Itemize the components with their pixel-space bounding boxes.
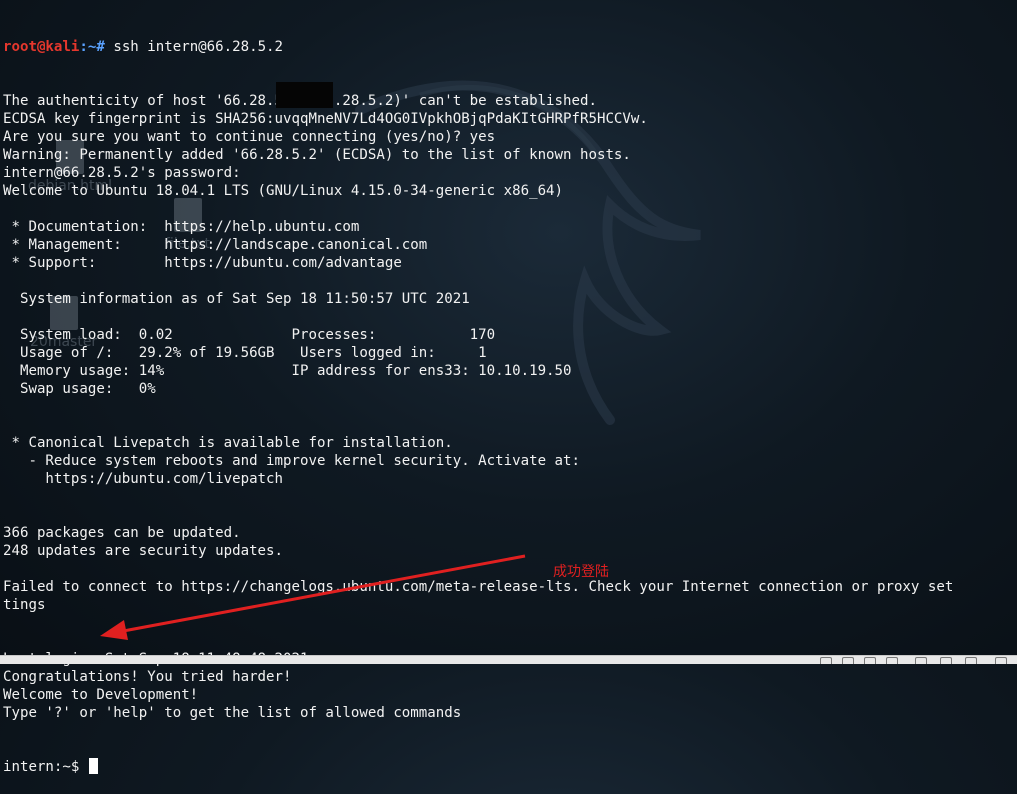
- annotation-arrow: [100, 554, 526, 640]
- network-icon[interactable]: [820, 657, 832, 664]
- usb-icon[interactable]: [864, 657, 876, 664]
- display-icon[interactable]: [915, 657, 927, 664]
- terminal-line: Congratulations! You tried harder!: [3, 669, 292, 685]
- printer-icon[interactable]: [940, 657, 952, 664]
- fullscreen-icon[interactable]: [995, 657, 1007, 664]
- disk-icon[interactable]: [842, 657, 854, 664]
- vm-status-bar: [0, 655, 1017, 664]
- sound-icon[interactable]: [886, 657, 898, 664]
- terminal-line: Welcome to Development!: [3, 687, 199, 703]
- final-prompt-line[interactable]: intern:~$: [3, 758, 953, 776]
- terminal-cursor: [88, 758, 98, 774]
- terminal-line: Type '?' or 'help' to get the list of al…: [3, 705, 462, 721]
- final-prompt: intern:~$: [3, 759, 88, 775]
- settings-icon[interactable]: [965, 657, 977, 664]
